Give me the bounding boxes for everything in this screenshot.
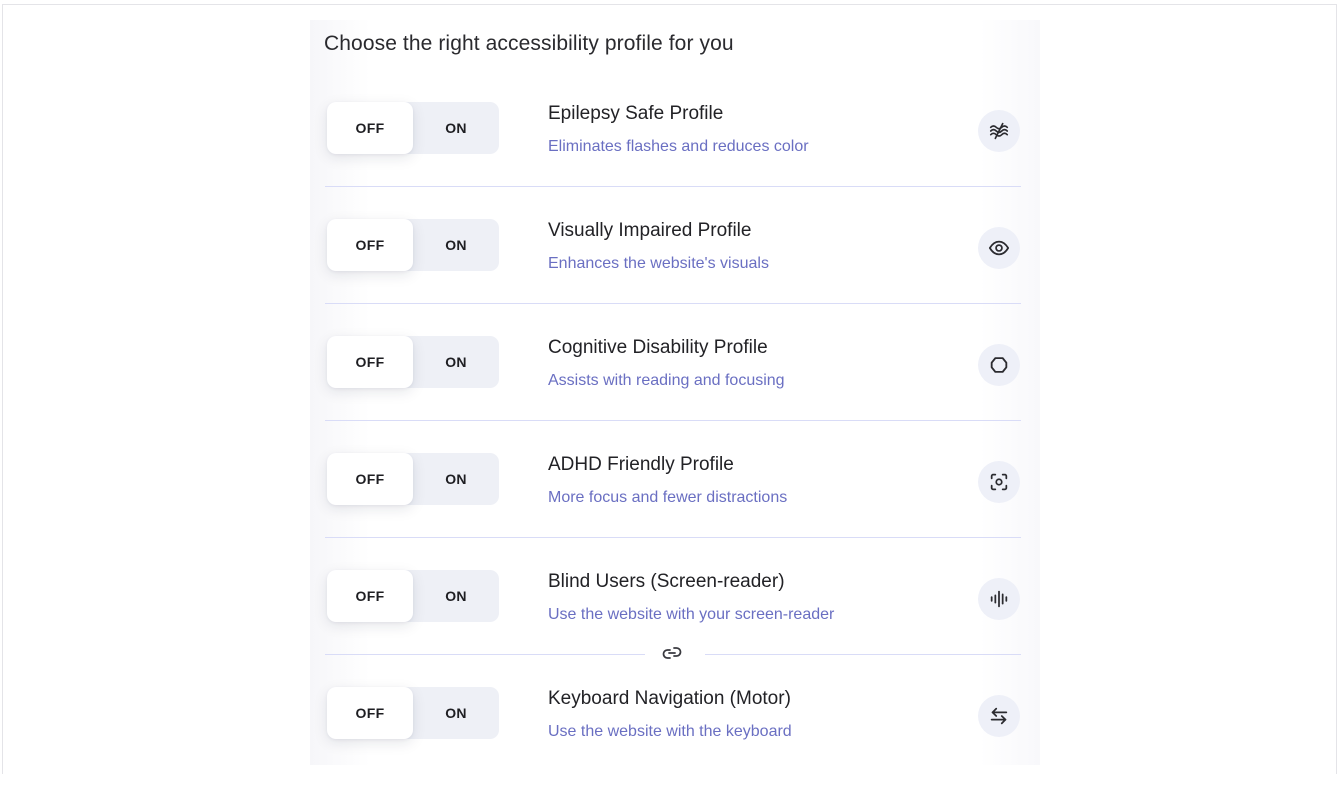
profile-description: Enhances the website's visuals	[548, 255, 769, 272]
link-icon[interactable]	[659, 642, 685, 664]
profile-title: Keyboard Navigation (Motor)	[548, 688, 791, 709]
toggle-on-option[interactable]: ON	[413, 219, 499, 271]
profile-row-adhd-friendly: OFF ON ADHD Friendly Profile More focus …	[325, 441, 1021, 558]
row-divider	[325, 647, 1021, 659]
divider-segment	[705, 654, 1021, 655]
profile-title: Cognitive Disability Profile	[548, 337, 768, 358]
profile-row-epilepsy-safe: OFF ON Epilepsy Safe Profile Eliminates …	[325, 90, 1021, 207]
adhd-friendly-toggle[interactable]: OFF ON	[327, 453, 499, 505]
toggle-off-option[interactable]: OFF	[327, 219, 413, 271]
keyboard-navigation-toggle[interactable]: OFF ON	[327, 687, 499, 739]
profile-row-blind-users: OFF ON Blind Users (Screen-reader) Use t…	[325, 558, 1021, 675]
profile-list: OFF ON Epilepsy Safe Profile Eliminates …	[325, 90, 1021, 792]
blind-users-toggle[interactable]: OFF ON	[327, 570, 499, 622]
profile-row-keyboard-navigation: OFF ON Keyboard Navigation (Motor) Use t…	[325, 675, 1021, 792]
profile-title: ADHD Friendly Profile	[548, 454, 734, 475]
eye-icon	[978, 227, 1020, 269]
focus-target-icon	[978, 461, 1020, 503]
cognitive-disability-toggle[interactable]: OFF ON	[327, 336, 499, 388]
profile-description: Eliminates flashes and reduces color	[548, 138, 809, 155]
toggle-off-option[interactable]: OFF	[327, 102, 413, 154]
visually-impaired-toggle[interactable]: OFF ON	[327, 219, 499, 271]
toggle-off-option[interactable]: OFF	[327, 336, 413, 388]
arrows-left-right-icon	[978, 695, 1020, 737]
audio-waveform-icon	[978, 578, 1020, 620]
row-divider	[325, 420, 1021, 421]
row-divider	[325, 303, 1021, 304]
profile-row-visually-impaired: OFF ON Visually Impaired Profile Enhance…	[325, 207, 1021, 324]
toggle-on-option[interactable]: ON	[413, 570, 499, 622]
toggle-off-option[interactable]: OFF	[327, 687, 413, 739]
row-divider	[325, 186, 1021, 187]
toggle-off-option[interactable]: OFF	[327, 570, 413, 622]
profile-description: Assists with reading and focusing	[548, 372, 785, 389]
page-title: Choose the right accessibility profile f…	[324, 32, 734, 55]
brain-outline-icon	[978, 344, 1020, 386]
toggle-off-option[interactable]: OFF	[327, 453, 413, 505]
divider-segment	[325, 654, 645, 655]
toggle-on-option[interactable]: ON	[413, 453, 499, 505]
profile-title: Visually Impaired Profile	[548, 220, 752, 241]
profile-title: Epilepsy Safe Profile	[548, 103, 724, 124]
toggle-on-option[interactable]: ON	[413, 687, 499, 739]
profile-description: More focus and fewer distractions	[548, 489, 788, 506]
profile-description: Use the website with your screen-reader	[548, 606, 835, 623]
waves-slash-icon	[978, 110, 1020, 152]
profile-description: Use the website with the keyboard	[548, 723, 792, 740]
profile-row-cognitive-disability: OFF ON Cognitive Disability Profile Assi…	[325, 324, 1021, 441]
row-divider	[325, 537, 1021, 538]
profile-title: Blind Users (Screen-reader)	[548, 571, 785, 592]
toggle-on-option[interactable]: ON	[413, 336, 499, 388]
toggle-on-option[interactable]: ON	[413, 102, 499, 154]
epilepsy-safe-toggle[interactable]: OFF ON	[327, 102, 499, 154]
